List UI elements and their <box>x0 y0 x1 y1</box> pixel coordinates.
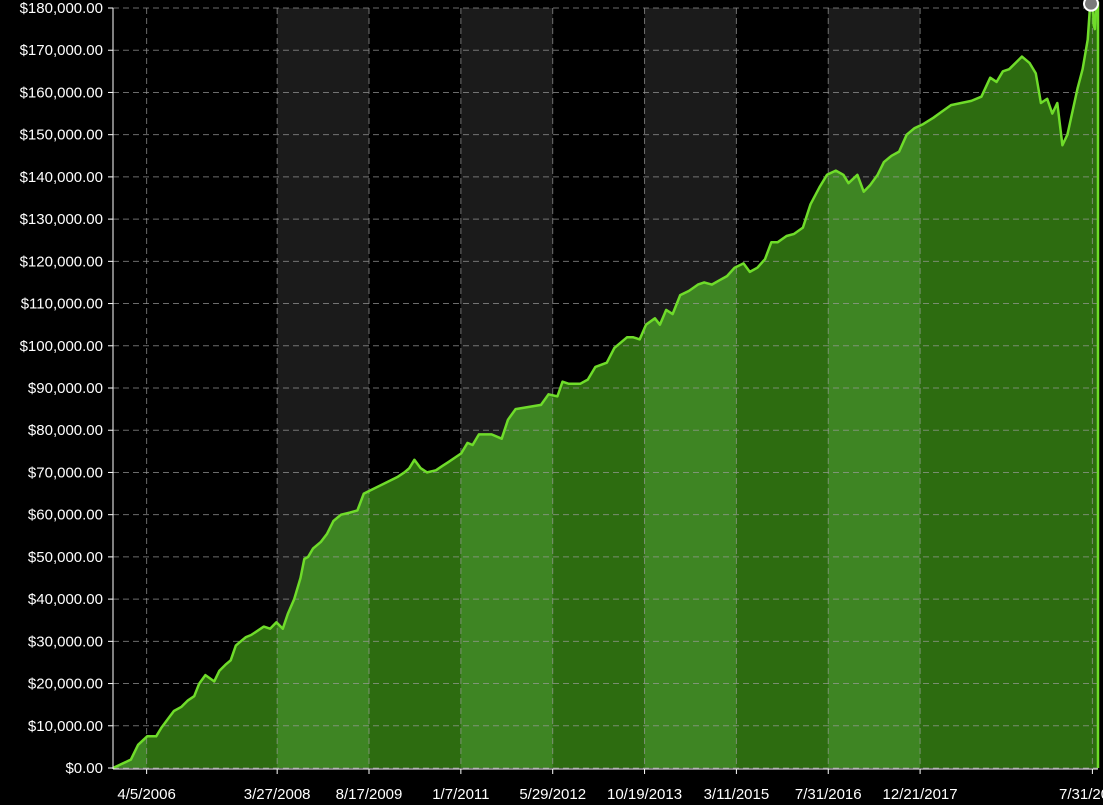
y-tick-label: $160,000.00 <box>20 84 103 101</box>
y-tick-label: $180,000.00 <box>20 0 103 17</box>
y-tick-label: $150,000.00 <box>20 127 103 144</box>
y-tick-label: $40,000.00 <box>28 591 103 608</box>
x-tick-label: 8/17/2009 <box>336 786 403 803</box>
x-tick-label: 7/31/2020 <box>1059 786 1103 803</box>
x-tick-label: 5/29/2012 <box>519 786 586 803</box>
x-tick-label: 12/21/2017 <box>883 786 958 803</box>
y-tick-label: $90,000.00 <box>28 380 103 397</box>
x-tick-label: 3/11/2015 <box>704 786 770 803</box>
y-tick-label: $60,000.00 <box>28 507 103 524</box>
y-tick-label: $80,000.00 <box>28 422 103 439</box>
x-tick-label: 4/5/2006 <box>117 786 175 803</box>
x-axis-tick-labels: 4/5/2006 3/27/2008 8/17/2009 1/7/2011 5/29/2… <box>117 786 1103 803</box>
y-tick-label: $0.00 <box>65 760 103 777</box>
equity-curve-chart: $0.00 $10,000.00 $20,000.00 $30,000.00 $40,0… <box>0 0 1103 805</box>
last-point-marker <box>1083 0 1099 12</box>
y-tick-label: $110,000.00 <box>21 296 103 313</box>
y-tick-label: $100,000.00 <box>20 338 103 355</box>
y-tick-label: $50,000.00 <box>28 549 103 566</box>
y-tick-label: $140,000.00 <box>20 169 103 186</box>
x-tick-label: 1/7/2011 <box>432 786 489 803</box>
x-tick-label: 10/19/2013 <box>607 786 682 803</box>
y-tick-label: $10,000.00 <box>28 718 103 735</box>
y-tick-label: $170,000.00 <box>20 42 103 59</box>
end-marker-group <box>1083 0 1099 12</box>
y-tick-label: $120,000.00 <box>20 253 103 270</box>
y-tick-label: $30,000.00 <box>28 633 103 650</box>
x-tick-label: 7/31/2016 <box>795 786 862 803</box>
y-tick-label: $20,000.00 <box>28 676 103 693</box>
y-tick-label: $130,000.00 <box>20 211 103 228</box>
x-tick-label: 3/27/2008 <box>244 786 311 803</box>
y-tick-label: $70,000.00 <box>28 464 103 481</box>
